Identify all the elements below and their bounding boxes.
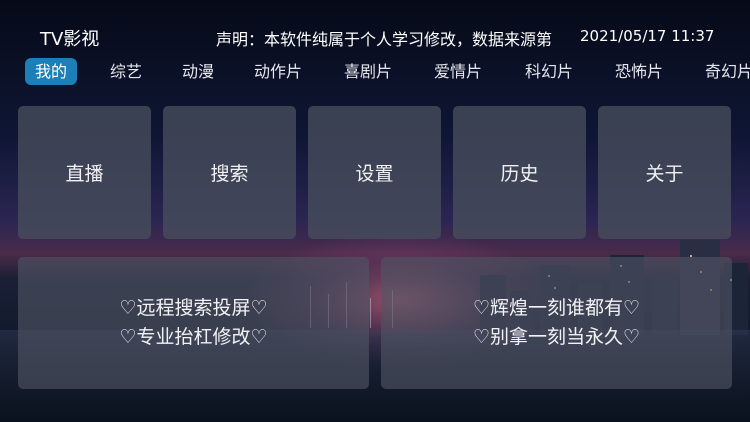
tab-scifi[interactable]: 科幻片 bbox=[525, 58, 573, 85]
tile-label: 历史 bbox=[500, 163, 539, 185]
tab-horror[interactable]: 恐怖片 bbox=[615, 58, 663, 85]
banner-right[interactable]: ♡辉煌一刻谁都有♡ ♡别拿一刻当永久♡ bbox=[381, 257, 732, 389]
app-title: TV影视 bbox=[40, 29, 100, 50]
tab-comedy[interactable]: 喜剧片 bbox=[344, 58, 392, 85]
tab-anime[interactable]: 动漫 bbox=[182, 58, 214, 85]
tab-romance[interactable]: 爱情片 bbox=[434, 58, 482, 85]
datetime: 2021/05/17 11:37 bbox=[580, 27, 715, 45]
live-tile-button[interactable]: 直播 bbox=[18, 106, 151, 239]
settings-tile-button[interactable]: 设置 bbox=[308, 106, 441, 239]
category-tabs: 我的 综艺 动漫 动作片 喜剧片 爱情片 科幻片 恐怖片 奇幻片 bbox=[25, 58, 750, 86]
tab-variety[interactable]: 综艺 bbox=[110, 58, 142, 85]
banner-line: ♡别拿一刻当永久♡ bbox=[472, 326, 641, 348]
tab-action[interactable]: 动作片 bbox=[254, 58, 302, 85]
search-tile-button[interactable]: 搜索 bbox=[163, 106, 296, 239]
tab-mine[interactable]: 我的 bbox=[25, 58, 78, 85]
tile-label: 设置 bbox=[355, 163, 394, 185]
banner-line: ♡辉煌一刻谁都有♡ bbox=[472, 297, 641, 319]
app-screen: TV影视 声明：本软件纯属于个人学习修改，数据来源第 2021/05/17 11… bbox=[0, 0, 750, 422]
history-tile-button[interactable]: 历史 bbox=[453, 106, 586, 239]
tab-fantasy[interactable]: 奇幻片 bbox=[705, 58, 750, 85]
banner-left[interactable]: ♡远程搜索投屏♡ ♡专业抬杠修改♡ bbox=[18, 257, 369, 389]
about-tile-button[interactable]: 关于 bbox=[598, 106, 731, 239]
tile-label: 直播 bbox=[65, 163, 104, 185]
disclaimer-marquee: 声明：本软件纯属于个人学习修改，数据来源第 bbox=[216, 30, 553, 48]
banner-line: ♡远程搜索投屏♡ bbox=[119, 297, 268, 319]
tile-label: 搜索 bbox=[210, 163, 249, 185]
tile-label: 关于 bbox=[645, 163, 684, 185]
banner-line: ♡专业抬杠修改♡ bbox=[119, 326, 268, 348]
